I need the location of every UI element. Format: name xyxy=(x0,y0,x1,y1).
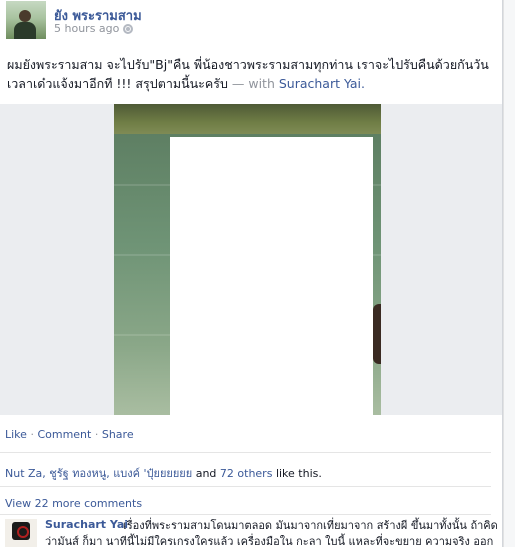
liker-names-link[interactable]: Nut Za, ชูรัฐ ทองหนู, แบงค์ 'ปุ๋ยยยยยย xyxy=(5,467,192,480)
comment-author-name[interactable]: Surachart Yai xyxy=(45,518,128,531)
author-avatar[interactable] xyxy=(6,1,46,39)
globe-icon xyxy=(123,23,134,34)
action-separator: · xyxy=(94,428,99,441)
right-gutter xyxy=(503,0,515,547)
divider xyxy=(0,452,491,453)
post-photo[interactable] xyxy=(114,104,381,415)
photo-redacted-area xyxy=(170,137,373,415)
tagged-user-link[interactable]: Surachart Yai. xyxy=(279,76,365,91)
likes-others-link[interactable]: 72 others xyxy=(220,467,273,480)
post-time-text[interactable]: 5 hours ago xyxy=(54,22,119,35)
news-feed-post: ยัง พระรามสาม 5 hours ago ผมยังพระรามสาม… xyxy=(0,0,503,548)
likes-suffix-text: like this. xyxy=(275,467,322,480)
comment-avatar[interactable] xyxy=(5,519,37,547)
post-timestamp[interactable]: 5 hours ago xyxy=(54,22,134,35)
photo-riverbank xyxy=(114,104,381,134)
divider xyxy=(0,514,491,515)
comment-link[interactable]: Comment xyxy=(37,428,91,441)
divider xyxy=(0,486,491,487)
avatar-body xyxy=(14,22,36,39)
photo-figure-edge xyxy=(373,304,381,364)
crest-logo-icon xyxy=(12,522,30,540)
likes-and-text: and xyxy=(195,467,217,480)
with-separator: — with xyxy=(231,76,275,91)
share-link[interactable]: Share xyxy=(102,428,134,441)
action-separator: · xyxy=(30,428,34,441)
post-message: ผมยังพระรามสาม จะไปรับ"Bj"คืน พี่น้องชาว… xyxy=(7,55,495,93)
likes-summary: Nut Za, ชูรัฐ ทองหนู, แบงค์ 'ปุ๋ยยยยยย a… xyxy=(5,464,322,482)
post-actions-bar: Like · Comment · Share xyxy=(5,428,134,441)
view-more-comments-link[interactable]: View 22 more comments xyxy=(5,497,142,510)
avatar-head xyxy=(19,10,31,22)
like-link[interactable]: Like xyxy=(5,428,27,441)
